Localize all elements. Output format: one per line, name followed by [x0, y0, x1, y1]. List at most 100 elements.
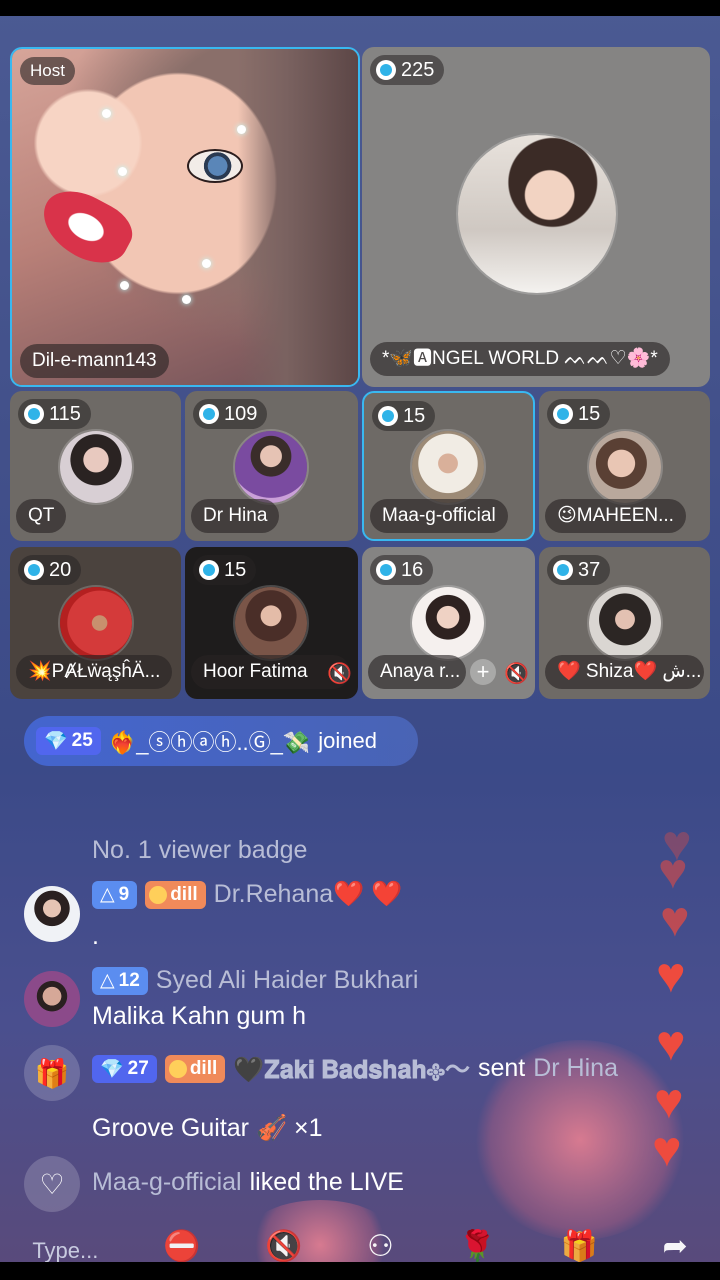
heart-icon: ♥	[656, 947, 686, 1003]
host-tile[interactable]: Host Dil-e-mann143	[10, 47, 360, 387]
host-video	[12, 49, 358, 385]
chat-username[interactable]: Dr.Rehana❤️ ❤️	[214, 880, 403, 909]
chat-username[interactable]: Syed Ali Haider Bukhari	[156, 966, 419, 995]
seat-count: 15	[372, 401, 436, 431]
seat-name: QT	[16, 499, 67, 533]
avatar[interactable]	[24, 971, 80, 1027]
seat-avatar	[58, 429, 134, 505]
seat-count: 37	[547, 555, 611, 585]
seat-avatar	[410, 429, 486, 505]
seat-tile[interactable]: 16 Anaya r... + 🔇	[362, 547, 535, 699]
gift-icon: 🎁	[24, 1045, 80, 1101]
guest-main-avatar	[456, 133, 618, 295]
seat-tile[interactable]: 115 QT	[10, 391, 181, 541]
seat-tile[interactable]: 15 Hoor Fatima 🔇	[185, 547, 358, 699]
seat-avatar	[410, 585, 486, 661]
like-text: liked the LIVE	[249, 1168, 404, 1196]
like-heart-icon: ♡	[24, 1156, 80, 1212]
diamond-icon	[553, 404, 573, 424]
chat-username[interactable]: 🖤𝐙𝐚𝐤𝐢 𝐁𝐚𝐝𝐬𝐡𝐚𝐡𐫱〜	[233, 1050, 470, 1087]
join-notification: 💎 25 ❤️‍🔥_ⓢⓗⓐⓗ..Ⓖ_💸 joined	[24, 716, 418, 766]
seat-name: 💥PȺŁẅąşĥÄ...	[16, 655, 173, 689]
heart-icon: ♥	[658, 843, 688, 899]
seat-name: Dr Hina	[191, 499, 280, 533]
diamond-icon	[24, 560, 44, 580]
join-user[interactable]: ❤️‍🔥_ⓢⓗⓐⓗ..Ⓖ_💸	[109, 725, 310, 757]
level-badge: △ 9	[92, 880, 138, 909]
seat-name: Hoor Fatima	[191, 655, 350, 689]
heart-icon: ♥	[652, 1121, 682, 1177]
fan-badge: dill	[164, 1054, 226, 1083]
heart-icon: ♥	[656, 1015, 686, 1071]
gift-name: Groove Guitar 🎻 ×1	[92, 1114, 323, 1142]
fan-badge: dill	[145, 880, 206, 909]
diamond-icon	[376, 560, 396, 580]
level-badge: 💎 27	[92, 1054, 157, 1083]
seat-avatar	[587, 429, 663, 505]
diamond-level-icon: 💎	[100, 1058, 124, 1080]
seat-avatar	[233, 429, 309, 505]
camera-off-icon[interactable]: ⛔	[163, 1229, 200, 1264]
diamond-icon	[24, 404, 44, 424]
diamond-level-icon: 💎	[44, 731, 68, 752]
seat-count: 15	[547, 399, 611, 429]
diamond-icon	[378, 406, 398, 426]
seat-count: 20	[18, 555, 82, 585]
heart-icon	[168, 1059, 187, 1078]
seat-name: 😉MAHEEN...	[545, 499, 686, 533]
chat-message-text: Malika Kahn gum h	[92, 1002, 307, 1030]
diamond-icon	[199, 404, 219, 424]
diamond-icon	[199, 560, 219, 580]
chat-message-text: .	[92, 922, 99, 950]
seat-count: 16	[370, 555, 434, 585]
follow-plus-button[interactable]: +	[470, 659, 496, 685]
gift-sent-label: sent	[477, 1054, 526, 1082]
level-icon: △	[100, 970, 115, 991]
seat-tile[interactable]: 37 ❤️ Shiza❤️ ش...	[539, 547, 710, 699]
avatar[interactable]	[24, 886, 80, 942]
gift-target[interactable]: Dr Hina	[533, 1054, 618, 1083]
seat-count: 15	[193, 555, 257, 585]
mic-off-icon[interactable]: 🔇	[265, 1229, 302, 1264]
guest-main-tile[interactable]: 225 *🦋🅰NGEL WORLD ᨓᨓ♡🌸*	[362, 47, 710, 387]
mic-off-icon: 🔇	[327, 663, 352, 685]
share-icon[interactable]: ➦	[662, 1229, 687, 1264]
seat-count: 109	[193, 399, 268, 429]
status-bar	[0, 0, 720, 16]
like-message: Maa-g-official liked the LIVE	[92, 1168, 404, 1197]
host-tag: Host	[20, 57, 75, 85]
level-icon: △	[100, 884, 115, 905]
seat-tile[interactable]: 20 💥PȺŁẅąşĥÄ...	[10, 547, 181, 699]
host-name: Dil-e-mann143	[20, 344, 169, 378]
rose-gift-icon[interactable]: 🌹	[458, 1229, 495, 1264]
chat-message-header: △ 9 dill Dr.Rehana❤️ ❤️	[92, 880, 402, 909]
guest-main-name: *🦋🅰NGEL WORLD ᨓᨓ♡🌸*	[370, 342, 670, 376]
seat-tile[interactable]: 109 Dr Hina	[185, 391, 358, 541]
heart-icon	[149, 885, 168, 904]
mic-off-icon: 🔇	[504, 663, 529, 685]
seat-avatar	[587, 585, 663, 661]
nav-bar	[0, 1262, 720, 1280]
chat-message-header: △ 12 Syed Ali Haider Bukhari	[92, 966, 418, 995]
diamond-icon	[553, 560, 573, 580]
seat-avatar	[58, 585, 134, 661]
chat-username[interactable]: Maa-g-official	[92, 1168, 242, 1197]
seat-name: Maa-g-official	[370, 499, 508, 533]
heart-icon: ♥	[660, 891, 690, 947]
level-badge: △ 12	[92, 966, 148, 995]
join-action: joined	[318, 728, 378, 753]
seat-tile[interactable]: 15 😉MAHEEN...	[539, 391, 710, 541]
bottom-toolbar: Type... ⛔ 🔇 ⚇ 🌹 🎁 ➦	[0, 1230, 720, 1264]
seat-name: ❤️ Shiza❤️ ش...	[545, 655, 704, 689]
guests-icon[interactable]: ⚇	[367, 1229, 394, 1264]
comment-input[interactable]: Type...	[32, 1238, 98, 1264]
seat-name: Anaya r...	[368, 655, 466, 689]
heart-icon: ♥	[654, 1073, 684, 1129]
gift-box-icon[interactable]: 🎁	[560, 1229, 597, 1264]
guest-main-count: 225	[370, 55, 445, 85]
gift-message-header: 💎 27 dill 🖤𝐙𝐚𝐤𝐢 𝐁𝐚𝐝𝐬𝐡𝐚𝐡𐫱〜 sent Dr Hina	[92, 1050, 618, 1087]
seat-tile[interactable]: 15 Maa-g-official	[362, 391, 535, 541]
diamond-icon	[376, 60, 396, 80]
viewer-badge-line: No. 1 viewer badge	[92, 836, 308, 864]
seat-avatar	[233, 585, 309, 661]
